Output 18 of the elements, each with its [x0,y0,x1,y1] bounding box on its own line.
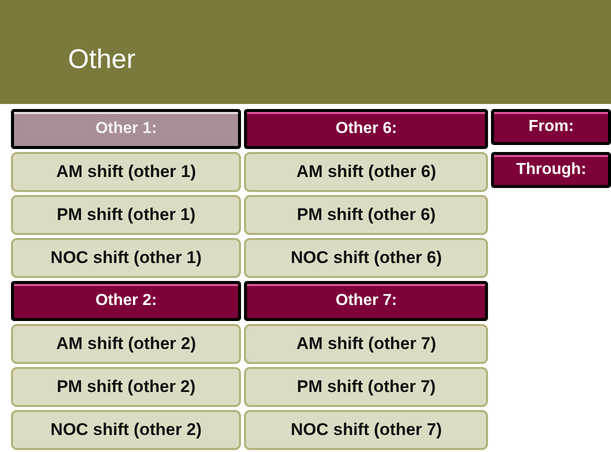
page-title: Other [68,42,136,74]
shift-button[interactable]: PM shift (other 6) [244,195,488,235]
range-label: Through: [491,152,611,188]
shift-button[interactable]: AM shift (other 1) [11,152,242,192]
shift-button[interactable]: NOC shift (other 7) [244,410,488,450]
range-label: From: [491,109,611,145]
shift-button[interactable]: AM shift (other 6) [244,152,488,192]
shift-button[interactable]: AM shift (other 7) [244,324,488,364]
shift-button[interactable]: AM shift (other 2) [11,324,242,364]
shift-button[interactable]: NOC shift (other 1) [11,238,242,278]
shift-button[interactable]: PM shift (other 7) [244,367,488,407]
shift-button[interactable]: PM shift (other 2) [11,367,242,407]
group-header[interactable]: Other 6: [244,109,488,149]
shift-button[interactable]: PM shift (other 1) [11,195,242,235]
group-header[interactable]: Other 2: [11,281,242,321]
group-header[interactable]: Other 7: [244,281,488,321]
shift-button[interactable]: NOC shift (other 6) [244,238,488,278]
shift-button[interactable]: NOC shift (other 2) [11,410,242,450]
